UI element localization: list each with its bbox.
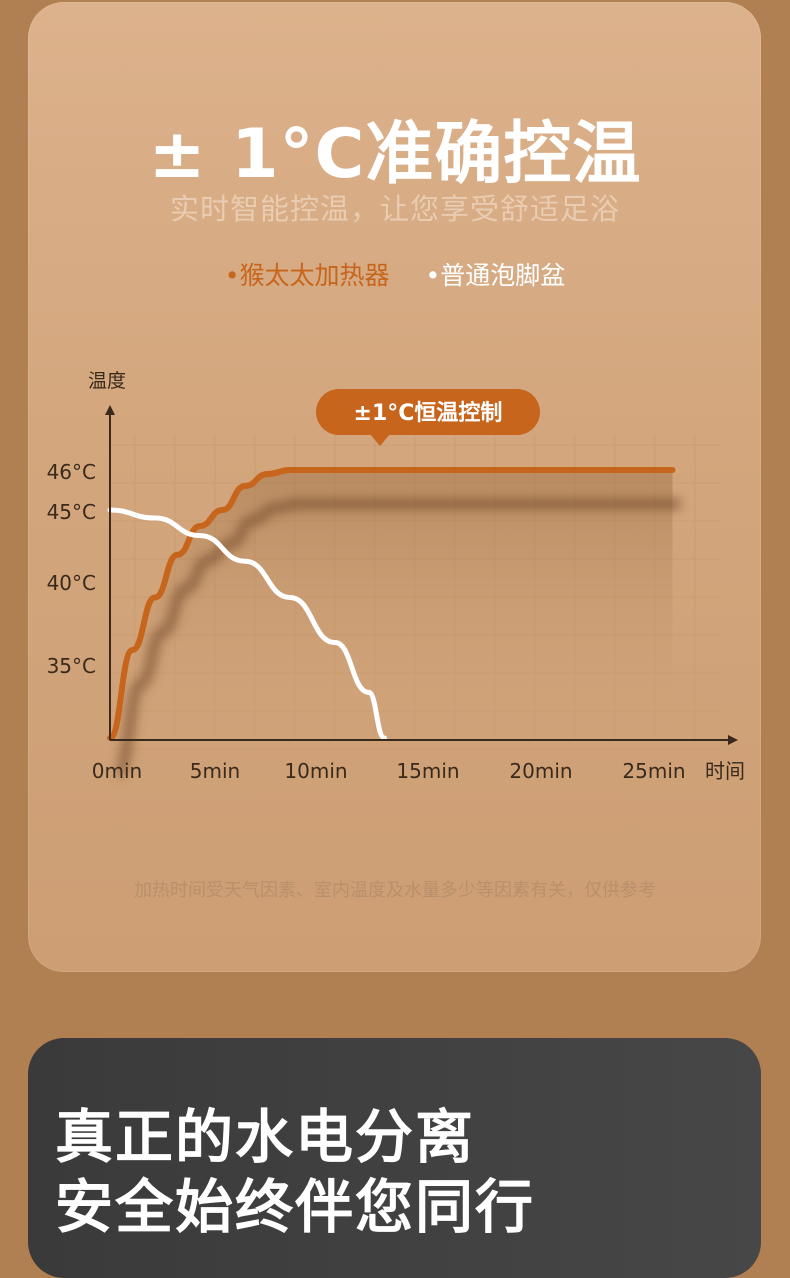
y-tick-label: 46°C bbox=[47, 460, 96, 484]
y-axis-arrow-icon bbox=[105, 405, 115, 415]
temperature-chart: 温度时间 0min 5min 10min 15min 20min 25min 46°C 45°C… bbox=[47, 370, 745, 783]
disclaimer-note: 加热时间受天气因素、室内温度及水量多少等因素有关，仅供参考 bbox=[134, 880, 656, 901]
legend-item-basin: •普通泡脚盆 bbox=[425, 261, 566, 290]
x-axis-title: 时间 bbox=[705, 759, 745, 783]
page-subtitle: 实时智能控温，让您享受舒适足浴 bbox=[169, 192, 620, 226]
chart-marks bbox=[107, 467, 681, 778]
chart-legend: •猴太太加热器 •普通泡脚盆 bbox=[0, 256, 790, 292]
y-axis-title: 温度 bbox=[88, 370, 126, 392]
x-tick-label: 5min bbox=[190, 759, 240, 783]
x-tick-label: 15min bbox=[396, 759, 459, 783]
callout-pointer-icon bbox=[370, 434, 390, 446]
x-tick-label: 10min bbox=[284, 759, 347, 783]
y-tick-label: 45°C bbox=[47, 500, 96, 524]
callout-label: ±1°C恒温控制 bbox=[354, 400, 503, 426]
slogan-line-2: 安全始终伴您同行 bbox=[55, 1173, 536, 1241]
page-title: ± 1°C准确控温 bbox=[148, 115, 642, 194]
legend-item-heater: •猴太太加热器 bbox=[224, 261, 390, 290]
x-tick-label: 20min bbox=[509, 759, 572, 783]
series-fill-heater bbox=[110, 470, 673, 740]
y-tick-label: 35°C bbox=[47, 654, 96, 678]
x-axis-arrow-icon bbox=[728, 735, 738, 745]
x-tick-label: 25min bbox=[622, 759, 685, 783]
x-tick-label: 0min bbox=[92, 759, 142, 783]
y-tick-label: 40°C bbox=[47, 571, 96, 595]
